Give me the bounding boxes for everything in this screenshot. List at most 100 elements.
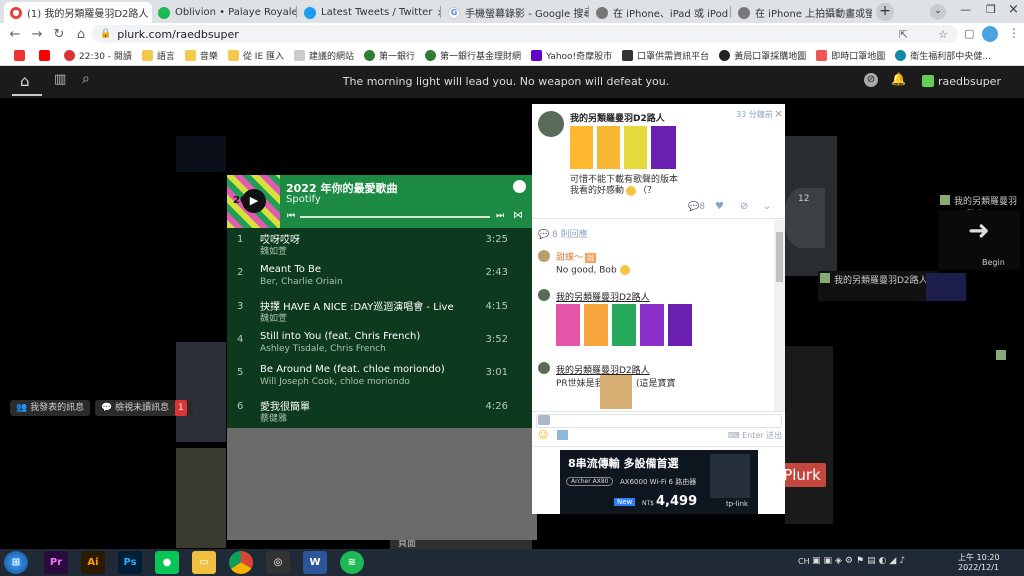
response-counter[interactable]: 💬8 bbox=[688, 202, 705, 212]
share-icon[interactable]: ⇱ bbox=[899, 28, 908, 41]
tab-spotify[interactable]: Oblivion • Palaye Royale × bbox=[152, 2, 296, 23]
bookmark-live-mask-map[interactable]: 即時口罩地圖 bbox=[816, 49, 885, 62]
user-avatar[interactable] bbox=[922, 75, 934, 87]
author-name[interactable]: 我的另類羅曼羽D2路人 bbox=[570, 111, 665, 124]
skip-back-icon[interactable]: ⏮ bbox=[287, 211, 295, 221]
emoji-picker-icon[interactable]: ☺ bbox=[538, 430, 548, 441]
reply-avatar[interactable] bbox=[538, 289, 550, 301]
bookmark-mask-map[interactable]: 黃局口罩採購地圖 bbox=[719, 49, 806, 62]
system-tray-icons[interactable]: ▣▣◈⚙⚑▤◐◢♪ bbox=[812, 556, 908, 566]
play-button[interactable]: ▶ bbox=[242, 189, 266, 213]
bookmark-youtube[interactable] bbox=[39, 49, 54, 61]
image-thumbnail[interactable] bbox=[584, 304, 608, 346]
extensions-icon[interactable]: ▢ bbox=[964, 27, 974, 40]
bell-icon[interactable]: 🔔 bbox=[891, 72, 906, 86]
reply-avatar[interactable] bbox=[538, 250, 550, 262]
photoshop-icon[interactable]: Ps bbox=[118, 551, 142, 574]
advertisement-banner[interactable]: 8串流傳輸 多設備首選 Archer AX80 AX6000 Wi-Fi 6 路… bbox=[560, 450, 758, 514]
tab-search-chevron-icon[interactable]: ⌄ bbox=[930, 4, 946, 20]
reply-avatar[interactable] bbox=[538, 362, 550, 374]
track-row[interactable]: 4 Still into You (feat. Chris French) Ashl… bbox=[227, 328, 532, 361]
like-icon[interactable]: ♥ bbox=[715, 201, 724, 212]
image-thumbnail[interactable] bbox=[668, 304, 692, 346]
reply-author[interactable]: 甜蝶～說 bbox=[556, 250, 597, 263]
bookmark-suggested[interactable]: 建議的網站 bbox=[294, 49, 354, 62]
file-explorer-icon[interactable]: ▭ bbox=[192, 551, 216, 574]
image-thumbnail[interactable] bbox=[556, 304, 580, 346]
close-icon[interactable]: × bbox=[432, 6, 440, 19]
track-row[interactable]: 2 Meant To Be Ber, Charlie Oriain 2:43 bbox=[227, 261, 532, 294]
tab-plurk[interactable]: ● (1) 我的另類羅曼羽D2路人 || × bbox=[4, 2, 152, 23]
start-button[interactable]: ⊞ bbox=[4, 551, 28, 574]
home-icon[interactable]: ⌂ bbox=[70, 27, 92, 42]
track-artist[interactable]: 魏如萱 bbox=[260, 311, 287, 324]
track-row[interactable]: 6 愛我很簡單 蔡健雅 4:26 bbox=[227, 395, 532, 428]
track-title[interactable]: Still into You (feat. Chris French) bbox=[260, 331, 420, 342]
reply-author[interactable]: 我的另類羅曼羽D2路人 bbox=[556, 290, 650, 303]
track-title[interactable]: Be Around Me (feat. chloe moriondo) bbox=[260, 364, 445, 375]
clock-date[interactable]: 2022/12/1 bbox=[958, 563, 999, 572]
bookmark-health-ministry[interactable]: 衛生福利部中央健... bbox=[895, 49, 991, 62]
bookmark-ie-import[interactable]: 從 IE 匯入 bbox=[227, 49, 284, 62]
bookmark-first-bank-fund[interactable]: 第一銀行基金理財網 bbox=[425, 49, 521, 62]
chevron-down-icon[interactable]: ⌄ bbox=[763, 201, 771, 212]
bookmark-mask-platform[interactable]: 口罩供需資訊平台 bbox=[622, 49, 709, 62]
tab-apple-support-1[interactable]: 在 iPhone、iPad 或 iPod to × bbox=[590, 2, 730, 23]
image-thumbnail[interactable] bbox=[612, 304, 636, 346]
bookmark-yahoo-stock[interactable]: Yahoo!奇摩股市 bbox=[531, 49, 612, 62]
line-icon[interactable]: ● bbox=[155, 551, 179, 574]
bookmark-language[interactable]: 語言 bbox=[141, 49, 175, 62]
tab-apple-support-2[interactable]: 在 iPhone 上拍攝動畫或螢幕 × bbox=[732, 2, 872, 23]
illustrator-icon[interactable]: Ai bbox=[81, 551, 105, 574]
image-upload-icon[interactable] bbox=[557, 430, 568, 440]
input-language[interactable]: CH bbox=[798, 557, 810, 566]
maximize-button[interactable]: ❐ bbox=[986, 3, 996, 16]
progress-track[interactable] bbox=[300, 216, 490, 218]
tab-google-search[interactable]: G 手機螢幕錄影 - Google 搜尋 × bbox=[442, 2, 588, 23]
bookmark-music[interactable]: 音樂 bbox=[184, 49, 218, 62]
track-row[interactable]: 5 Be Around Me (feat. chloe moriondo) Will… bbox=[227, 361, 532, 394]
image-thumbnail[interactable] bbox=[570, 126, 593, 169]
address-bar[interactable]: 🔒 plurk.com/raedbsuper ⇱ ☆ bbox=[92, 25, 958, 43]
unread-messages-button[interactable]: 💬 檢視未讀訊息 1 bbox=[95, 400, 193, 416]
premiere-icon[interactable]: Pr bbox=[44, 551, 68, 574]
tab-twitter[interactable]: Latest Tweets / Twitter × bbox=[298, 2, 440, 23]
app-icon[interactable]: ◎ bbox=[266, 551, 290, 574]
track-row[interactable]: 1 哎呀哎呀 魏如萱 3:25 bbox=[227, 228, 532, 261]
track-title[interactable]: Meant To Be bbox=[260, 264, 321, 275]
clock-time[interactable]: 上午 10:20 bbox=[958, 552, 1000, 563]
minimize-button[interactable]: — bbox=[960, 3, 971, 16]
spotify-icon[interactable]: ≋ bbox=[340, 551, 364, 574]
my-messages-button[interactable]: 👥 我發表的訊息 bbox=[10, 400, 91, 416]
chrome-icon[interactable] bbox=[229, 551, 253, 574]
back-arrow-icon[interactable]: ← bbox=[4, 27, 26, 42]
new-tab-button[interactable]: + bbox=[876, 3, 894, 21]
share-icon[interactable]: ⋈ bbox=[513, 210, 523, 221]
word-icon[interactable]: W bbox=[303, 551, 327, 574]
track-title[interactable]: 抉擇 HAVE A NICE :DAY巡迴演唱會 - Live bbox=[260, 298, 454, 313]
track-artist[interactable]: Will Joseph Cook, chloe moriondo bbox=[260, 377, 410, 387]
window-close-button[interactable]: × bbox=[1008, 2, 1019, 17]
bookmark-apps-icon[interactable] bbox=[14, 49, 29, 61]
username-label[interactable]: raedbsuper bbox=[938, 75, 1001, 88]
spotify-logo-icon[interactable] bbox=[513, 180, 526, 193]
image-thumbnail[interactable] bbox=[651, 126, 676, 169]
reload-icon[interactable]: ↻ bbox=[48, 27, 70, 42]
image-thumbnail[interactable] bbox=[640, 304, 664, 346]
reply-input[interactable] bbox=[536, 414, 782, 428]
image-thumbnail[interactable] bbox=[597, 126, 620, 169]
bookmark-read[interactable]: 22:30 - 閱讀 bbox=[64, 49, 132, 62]
responses-scrollbar[interactable] bbox=[774, 220, 785, 412]
image-thumbnail[interactable] bbox=[624, 126, 647, 169]
star-icon[interactable]: ☆ bbox=[938, 28, 948, 41]
block-icon[interactable]: ⊘ bbox=[864, 73, 878, 87]
mute-icon[interactable]: ⊘ bbox=[740, 201, 748, 212]
forward-arrow-icon[interactable]: → bbox=[26, 27, 48, 42]
skip-forward-icon[interactable]: ⏭ bbox=[496, 211, 504, 221]
track-artist[interactable]: Ashley Tisdale, Chris French bbox=[260, 344, 386, 354]
track-row[interactable]: 3 抉擇 HAVE A NICE :DAY巡迴演唱會 - Live 魏如萱 4:15 bbox=[227, 295, 532, 328]
track-artist[interactable]: 魏如萱 bbox=[260, 244, 287, 257]
plurk-button[interactable]: Plurk bbox=[778, 463, 826, 487]
track-artist[interactable]: 蔡健雅 bbox=[260, 411, 287, 424]
scrollbar-thumb[interactable] bbox=[776, 232, 783, 282]
